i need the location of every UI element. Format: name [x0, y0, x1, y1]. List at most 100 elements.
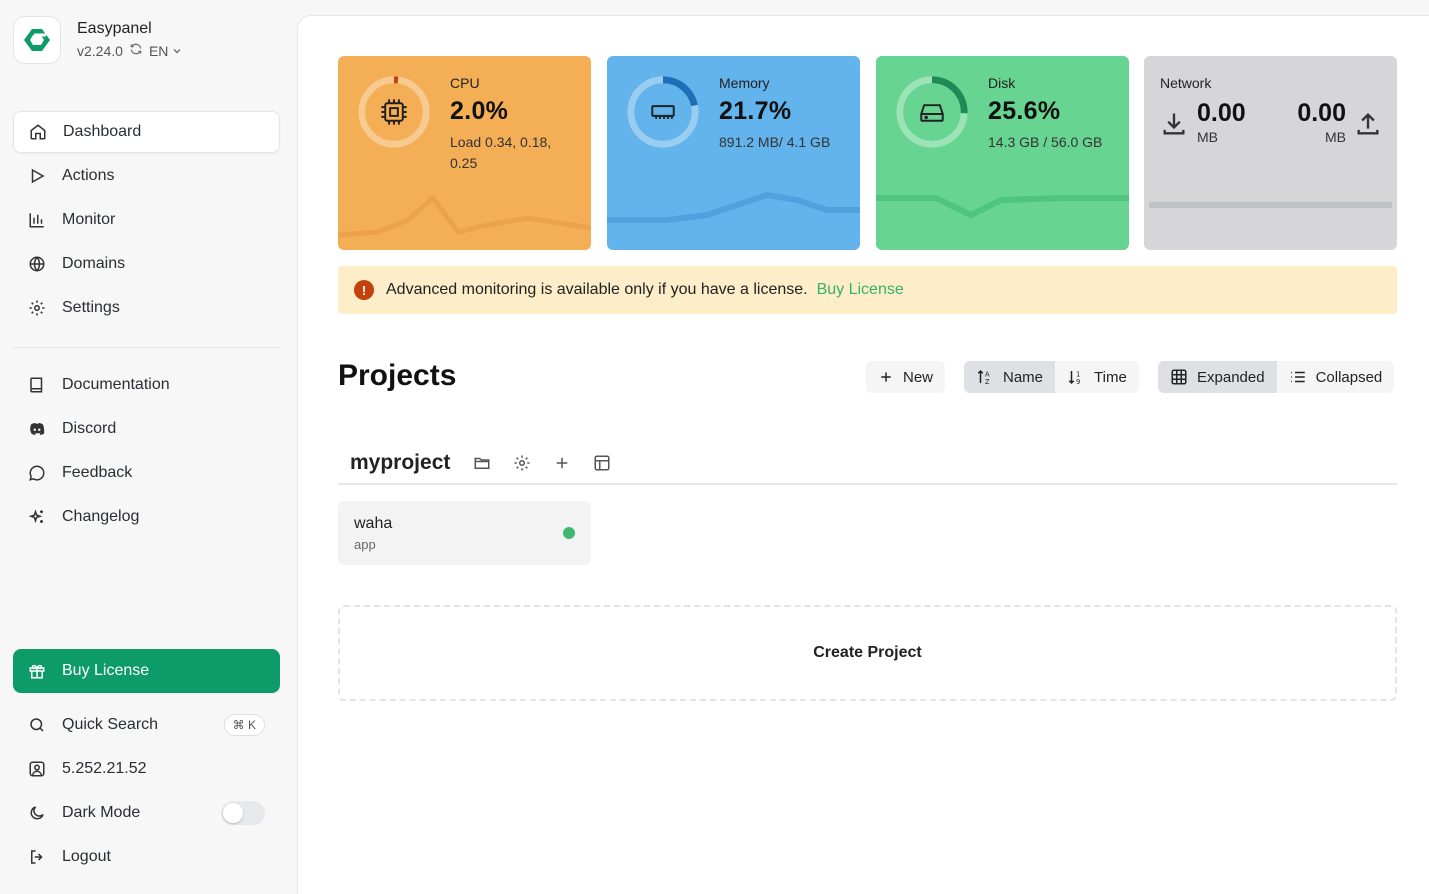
- network-sparkline: [1149, 202, 1392, 208]
- language-selector[interactable]: EN: [149, 40, 183, 62]
- discord-icon: [27, 419, 47, 439]
- svg-text:9: 9: [1076, 378, 1080, 386]
- sort-name-button[interactable]: AZ Name: [964, 361, 1056, 393]
- cpu-load: Load 0.34, 0.18, 0.25: [450, 134, 552, 171]
- globe-icon: [27, 254, 47, 274]
- nav-label: Discord: [62, 420, 117, 437]
- nav-label: Dashboard: [63, 123, 142, 140]
- layout-icon[interactable]: [592, 453, 612, 473]
- nav-item-changelog[interactable]: Changelog: [13, 496, 280, 538]
- language-label: EN: [148, 43, 169, 59]
- plus-icon: [878, 369, 894, 385]
- nav-item-documentation[interactable]: Documentation: [13, 364, 280, 406]
- disk-card[interactable]: Disk 25.6% 14.3 GB / 56.0 GB: [876, 56, 1129, 250]
- alert-buy-license-link[interactable]: Buy License: [817, 281, 904, 299]
- nav-label: Settings: [62, 299, 120, 316]
- view-expanded-button[interactable]: Expanded: [1158, 361, 1277, 393]
- page-title: Projects: [338, 359, 457, 392]
- nav-label: Domains: [62, 255, 126, 272]
- shortcut-badge: ⌘ K: [223, 714, 265, 736]
- refresh-icon[interactable]: [129, 40, 143, 62]
- new-label: New: [903, 368, 934, 386]
- dark-mode-item[interactable]: Dark Mode: [13, 792, 280, 834]
- nav-item-actions[interactable]: Actions: [13, 155, 280, 197]
- service-card[interactable]: waha app: [338, 501, 591, 565]
- network-down-value: 0.00: [1197, 99, 1246, 127]
- project-name[interactable]: myproject: [350, 451, 450, 475]
- disk-label: Disk: [988, 75, 1016, 91]
- nav-item-feedback[interactable]: Feedback: [13, 452, 280, 494]
- disk-usage: 14.3 GB / 56.0 GB: [988, 134, 1103, 150]
- service-type: app: [354, 537, 376, 552]
- easypanel-logo-icon[interactable]: [13, 16, 61, 64]
- view-collapsed-button[interactable]: Collapsed: [1277, 361, 1395, 393]
- cpu-sparkline: [338, 194, 591, 238]
- network-card[interactable]: Network 0.00 MB 0.00 MB: [1144, 56, 1397, 250]
- server-ip-item[interactable]: 5.252.21.52: [13, 748, 280, 790]
- main-content: CPU 2.0% Load 0.34, 0.18, 0.25 Memory 21…: [297, 15, 1429, 894]
- quick-search-button[interactable]: Quick Search ⌘ K: [13, 704, 280, 746]
- memory-usage: 891.2 MB/ 4.1 GB: [719, 134, 831, 150]
- status-dot: [563, 527, 575, 539]
- chevron-down-icon: [173, 49, 181, 54]
- upload-icon: [1357, 113, 1379, 135]
- plus-icon[interactable]: [552, 453, 572, 473]
- sidebar-divider: [13, 347, 280, 348]
- folder-icon[interactable]: [472, 453, 492, 473]
- sidebar: Easypanel v2.24.0 EN Dashboard Actions M…: [0, 0, 297, 894]
- list-icon: [1289, 368, 1307, 386]
- memory-value: 21.7%: [719, 97, 792, 125]
- sort-time-icon: 19: [1067, 368, 1085, 386]
- disk-sparkline: [876, 195, 1129, 219]
- nav-item-settings[interactable]: Settings: [13, 287, 280, 329]
- license-alert: ! Advanced monitoring is available only …: [338, 266, 1397, 314]
- memory-card[interactable]: Memory 21.7% 891.2 MB/ 4.1 GB: [607, 56, 860, 250]
- view-collapsed-label: Collapsed: [1315, 368, 1383, 386]
- network-label: Network: [1160, 75, 1212, 91]
- create-project-button[interactable]: Create Project: [338, 605, 1397, 701]
- memory-sparkline: [607, 191, 860, 223]
- alert-circle-icon: !: [354, 280, 374, 300]
- server-ip-label: 5.252.21.52: [62, 760, 147, 777]
- sort-alpha-icon: AZ: [976, 368, 994, 386]
- nav-label: Changelog: [62, 508, 140, 525]
- new-project-button[interactable]: New: [866, 361, 946, 393]
- home-icon: [28, 122, 48, 142]
- sort-toggle: AZ Name 19 Time: [964, 361, 1139, 393]
- dark-mode-label: Dark Mode: [62, 804, 141, 821]
- gear-icon[interactable]: [512, 453, 532, 473]
- nav-item-dashboard[interactable]: Dashboard: [13, 111, 280, 153]
- disk-gauge: [896, 76, 968, 148]
- nav-item-discord[interactable]: Discord: [13, 408, 280, 450]
- logout-button[interactable]: Logout: [13, 836, 280, 878]
- nav-item-monitor[interactable]: Monitor: [13, 199, 280, 241]
- nav-label: Feedback: [62, 464, 133, 481]
- disk-value: 25.6%: [988, 97, 1061, 125]
- network-up-value: 0.00: [1297, 99, 1346, 127]
- resources-nav: Documentation Discord Feedback Changelog: [13, 364, 280, 540]
- book-icon: [27, 375, 47, 395]
- buy-license-label: Buy License: [62, 662, 150, 679]
- network-up-unit: MB: [1325, 129, 1346, 145]
- moon-icon: [27, 803, 47, 823]
- quick-search-label: Quick Search: [62, 716, 159, 733]
- version-label: v2.24.0: [77, 43, 123, 59]
- logout-label: Logout: [62, 848, 111, 865]
- create-project-label: Create Project: [813, 644, 922, 661]
- sparkles-icon: [27, 507, 47, 527]
- cpu-card[interactable]: CPU 2.0% Load 0.34, 0.18, 0.25: [338, 56, 591, 250]
- grid-icon: [1170, 368, 1188, 386]
- service-name: waha: [354, 515, 393, 532]
- gift-icon: [28, 662, 46, 680]
- cpu-label: CPU: [450, 75, 480, 91]
- dark-mode-toggle[interactable]: [221, 801, 265, 825]
- search-icon: [27, 715, 47, 735]
- nav-item-domains[interactable]: Domains: [13, 243, 280, 285]
- sort-time-button[interactable]: 19 Time: [1055, 361, 1139, 393]
- logout-icon: [27, 847, 47, 867]
- bar-chart-icon: [27, 210, 47, 230]
- buy-license-button[interactable]: Buy License: [13, 649, 280, 693]
- nav-label: Monitor: [62, 211, 116, 228]
- footer-nav: Quick Search ⌘ K 5.252.21.52 Dark Mode L…: [13, 704, 280, 880]
- nav-label: Actions: [62, 167, 115, 184]
